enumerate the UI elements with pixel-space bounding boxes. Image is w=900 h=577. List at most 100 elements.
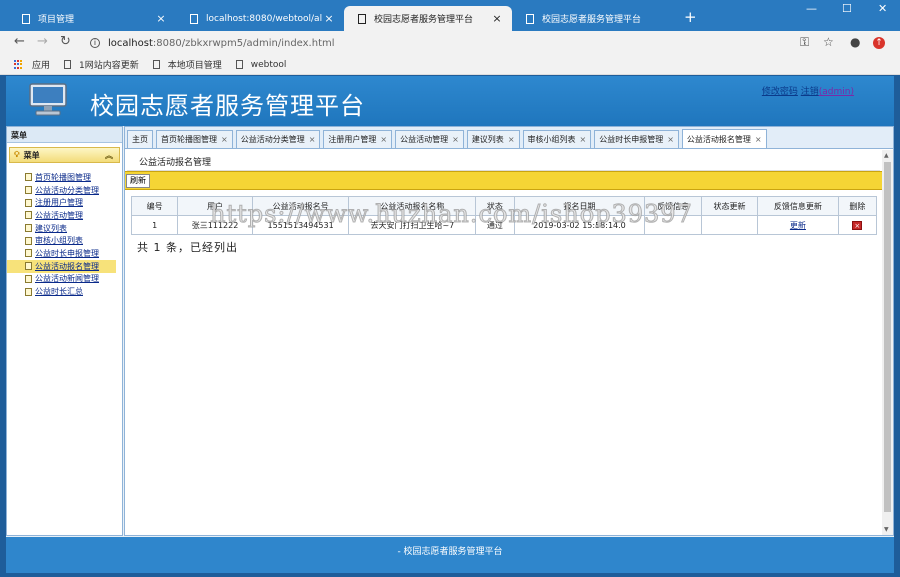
- sidebar-item[interactable]: 公益时长申报管理: [7, 247, 122, 260]
- key-icon[interactable]: ⚿: [800, 35, 809, 50]
- sidebar-item-label[interactable]: 公益活动分类管理: [35, 185, 99, 196]
- account-icon[interactable]: ●: [850, 35, 860, 49]
- window-close-icon[interactable]: ✕: [878, 2, 887, 15]
- tab-item[interactable]: 公益活动分类管理 ×: [235, 130, 321, 148]
- tab-home[interactable]: 主页: [127, 130, 153, 148]
- page-icon: [235, 60, 243, 69]
- sidebar-item[interactable]: 建议列表: [7, 222, 122, 235]
- back-icon[interactable]: ←: [14, 35, 25, 49]
- close-icon[interactable]: ×: [508, 135, 515, 144]
- apps-icon: [14, 59, 24, 70]
- sidebar-item-label[interactable]: 首页轮播图管理: [35, 172, 91, 183]
- tab-item[interactable]: 审核小组列表 ×: [522, 130, 592, 148]
- browser-tab-2[interactable]: localhost:8080/webtool/all/in ×: [176, 6, 344, 31]
- close-icon[interactable]: ×: [667, 135, 674, 144]
- cell-delete: ×: [837, 215, 878, 235]
- browser-tab-title: 项目管理: [38, 15, 75, 25]
- tab-item[interactable]: 首页轮播图管理 ×: [156, 130, 233, 148]
- sidebar-item[interactable]: 注册用户管理: [7, 196, 122, 209]
- sidebar-item-label[interactable]: 审核小组列表: [35, 235, 83, 246]
- close-icon[interactable]: ×: [309, 135, 316, 144]
- scrollbar-thumb[interactable]: [884, 162, 891, 512]
- browser-tab-title: 校园志愿者服务管理平台: [542, 15, 642, 25]
- close-icon[interactable]: ×: [452, 135, 459, 144]
- close-icon[interactable]: ×: [580, 135, 587, 144]
- forward-icon[interactable]: →: [37, 35, 48, 49]
- address-bar: ← → ↻ i localhost:8080/zbkxrwpm5/admin/i…: [0, 31, 900, 55]
- column-header: 状态: [475, 196, 515, 216]
- bookmark-item[interactable]: 1网站内容更新: [64, 58, 139, 71]
- update-icon[interactable]: ↑: [873, 37, 885, 49]
- sidebar-item[interactable]: 首页轮播图管理: [7, 171, 122, 184]
- reload-icon[interactable]: ↻: [60, 35, 71, 49]
- url-field[interactable]: i localhost:8080/zbkxrwpm5/admin/index.h…: [82, 33, 782, 53]
- file-icon: [25, 287, 32, 296]
- document-icon: [190, 13, 198, 24]
- sidebar-item-label[interactable]: 公益时长汇总: [35, 286, 83, 297]
- info-icon[interactable]: i: [90, 38, 100, 48]
- delete-icon[interactable]: ×: [852, 220, 863, 230]
- sidebar-item-label[interactable]: 公益活动管理: [35, 210, 83, 221]
- column-header: 状态更新: [700, 196, 759, 216]
- star-icon[interactable]: ☆: [823, 35, 834, 49]
- browser-tab-1[interactable]: 项目管理 ×: [8, 6, 176, 31]
- sidebar-menu-accordion[interactable]: 💡︎ 菜单 ︽: [9, 147, 120, 163]
- close-icon[interactable]: ×: [490, 12, 504, 25]
- sidebar-item-label[interactable]: 公益活动新闻管理: [35, 273, 99, 284]
- sidebar-item-label[interactable]: 公益时长申报管理: [35, 248, 99, 259]
- minimize-icon[interactable]: —: [806, 2, 817, 15]
- sidebar-item[interactable]: 公益活动管理: [7, 209, 122, 222]
- scroll-down-icon[interactable]: ▼: [884, 526, 889, 533]
- maximize-icon[interactable]: ☐: [842, 2, 852, 15]
- bookmark-item[interactable]: webtool: [235, 60, 286, 70]
- close-icon[interactable]: ×: [380, 135, 387, 144]
- file-icon: [25, 198, 32, 207]
- tab-item[interactable]: 公益活动管理 ×: [395, 130, 464, 148]
- column-header: 用户: [177, 196, 253, 216]
- logout-link[interactable]: 注销: [801, 87, 819, 97]
- close-icon[interactable]: ×: [221, 135, 228, 144]
- scrollbar[interactable]: ▲ ▼: [882, 150, 893, 535]
- close-icon[interactable]: ×: [322, 12, 336, 25]
- sidebar-item-label[interactable]: 注册用户管理: [35, 197, 83, 208]
- browser-tab-4[interactable]: 校园志愿者服务管理平台: [512, 6, 680, 31]
- change-password-link[interactable]: 修改密码: [762, 87, 798, 97]
- bookmark-label: 本地项目管理: [167, 61, 222, 71]
- sidebar-item[interactable]: 审核小组列表: [7, 234, 122, 247]
- tab-label: 公益活动报名管理: [686, 134, 751, 144]
- cell-activity-name: 去天安门打扫卫生哈~7: [348, 215, 477, 235]
- new-tab-button[interactable]: +: [684, 8, 697, 26]
- sidebar-item-label[interactable]: 建议列表: [35, 223, 67, 234]
- tab-label: 公益活动管理: [400, 135, 449, 144]
- tab-active[interactable]: 公益活动报名管理 ×: [681, 129, 767, 148]
- document-icon: [22, 13, 30, 24]
- tab-label: 注册用户管理: [328, 135, 377, 144]
- sidebar: 菜单 💡︎ 菜单 ︽ 首页轮播图管理 公益活动分类管理 注册用户管理 公益活动管…: [6, 126, 123, 536]
- collapse-icon[interactable]: ︽: [105, 150, 113, 161]
- tab-item[interactable]: 建议列表 ×: [466, 130, 520, 148]
- tab-item[interactable]: 公益时长申报管理 ×: [594, 130, 679, 148]
- update-link[interactable]: 更新: [790, 221, 806, 230]
- document-icon: [358, 13, 366, 24]
- tab-label: 公益时长申报管理: [599, 135, 664, 144]
- browser-tab-active[interactable]: 校园志愿者服务管理平台 ×: [344, 6, 512, 31]
- tab-label: 主页: [132, 135, 148, 144]
- sidebar-item-active[interactable]: 公益活动报名管理: [7, 259, 116, 273]
- sidebar-item[interactable]: 公益时长汇总: [7, 285, 122, 298]
- refresh-button[interactable]: 刷新: [126, 174, 150, 188]
- cell-signup-no: 1551513494531: [251, 215, 350, 235]
- cell-feedback: [644, 215, 702, 235]
- cell-status: 通过: [475, 215, 515, 235]
- tab-item[interactable]: 注册用户管理 ×: [323, 130, 393, 148]
- sidebar-item-label[interactable]: 公益活动报名管理: [35, 261, 99, 272]
- bookmark-item[interactable]: 本地项目管理: [152, 58, 222, 71]
- close-icon[interactable]: ×: [755, 135, 762, 144]
- sidebar-item[interactable]: 公益活动分类管理: [7, 184, 122, 197]
- page-icon: [64, 60, 72, 69]
- file-icon: [25, 173, 32, 182]
- file-icon: [25, 211, 32, 220]
- close-icon[interactable]: ×: [154, 12, 168, 25]
- sidebar-item[interactable]: 公益活动新闻管理: [7, 273, 122, 286]
- bookmark-apps[interactable]: 应用: [0, 58, 50, 71]
- scroll-up-icon[interactable]: ▲: [884, 152, 889, 159]
